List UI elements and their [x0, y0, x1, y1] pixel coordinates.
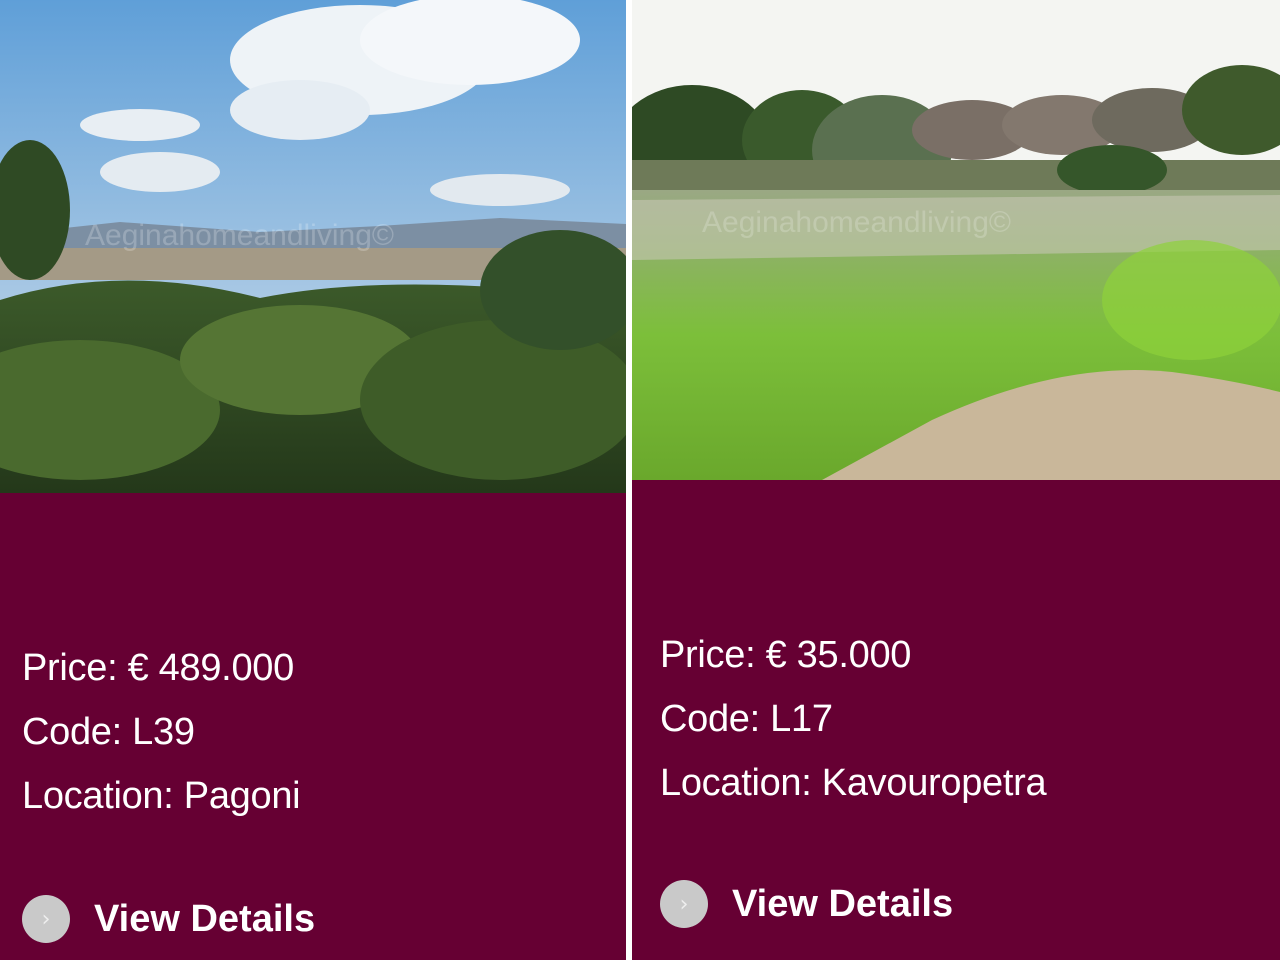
- view-details-label: View Details: [732, 882, 954, 925]
- listing-info: Price: € 489.000 Code: L39 Location: Pag…: [22, 636, 301, 828]
- listing-info: Price: € 35.000 Code: L17 Location: Kavo…: [660, 623, 1047, 815]
- photo-watermark: Aeginahomeandliving©: [702, 206, 1011, 239]
- listing-price: Price: € 35.000: [660, 634, 912, 676]
- view-details-label: View Details: [94, 897, 316, 940]
- chevron-right-circle-icon: ›: [22, 895, 70, 943]
- listing-code: Code: L39: [22, 711, 195, 753]
- listing-card-l17[interactable]: Aeginahomeandliving© Price: € 35.000 Cod…: [632, 0, 1280, 960]
- listing-location: Location: Kavouropetra: [660, 762, 1047, 804]
- listing-code: Code: L17: [660, 698, 833, 740]
- listing-location: Location: Pagoni: [22, 775, 301, 817]
- chevron-right-circle-icon: ›: [660, 880, 708, 928]
- listing-photo[interactable]: Aeginahomeandliving©: [0, 0, 626, 493]
- photo-watermark: Aeginahomeandliving©: [85, 219, 394, 252]
- view-details-button[interactable]: › View Details: [660, 880, 953, 928]
- listing-photo[interactable]: Aeginahomeandliving©: [632, 0, 1280, 480]
- listing-card-l39[interactable]: Aeginahomeandliving© Price: € 489.000 Co…: [0, 0, 626, 960]
- view-details-button[interactable]: › View Details: [22, 895, 315, 943]
- listing-price: Price: € 489.000: [22, 647, 294, 689]
